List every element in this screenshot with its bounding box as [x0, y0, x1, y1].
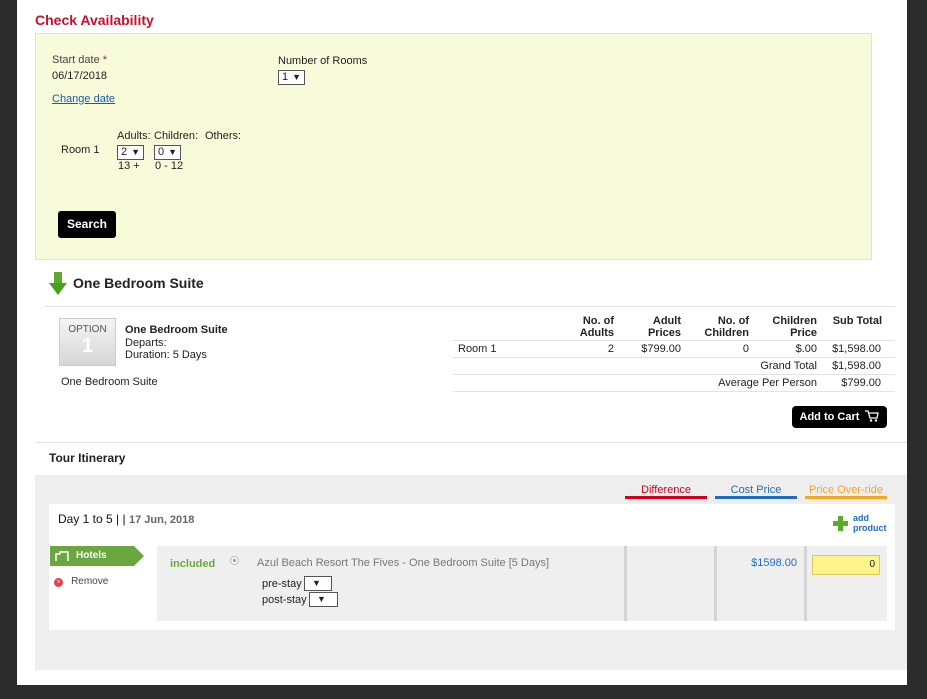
cost-price-value: $1598.00: [751, 557, 797, 569]
option-number: 1: [81, 335, 94, 357]
remove-button[interactable]: × Remove: [54, 575, 108, 587]
table-cell-children: 0: [742, 343, 749, 355]
included-status: included: [170, 558, 216, 570]
post-stay-label: post-stay: [262, 594, 307, 606]
table-cell-adult-price: $799.00: [641, 343, 681, 355]
item-radio[interactable]: [230, 556, 239, 565]
col-header-adults: No. of Adults: [579, 315, 614, 339]
change-date-link[interactable]: Change date: [52, 93, 115, 105]
grand-total-label: Grand Total: [760, 360, 817, 372]
start-date-label: Start date *: [52, 54, 108, 66]
divider: [45, 306, 895, 307]
divider: [453, 357, 895, 358]
item-name: Azul Beach Resort The Fives - One Bedroo…: [257, 557, 550, 569]
column-divider: [624, 546, 627, 621]
children-range: 0 - 12: [155, 160, 184, 172]
table-cell-subtotal: $1,598.00: [832, 343, 881, 355]
table-cell-adults: 2: [607, 343, 614, 355]
departs-label: Departs:: [125, 337, 167, 349]
product-name: One Bedroom Suite: [125, 324, 228, 336]
table-cell-children-price: $.00: [795, 343, 817, 355]
column-divider: [714, 546, 717, 621]
item-row: included Azul Beach Resort The Fives - O…: [157, 546, 887, 621]
category-tag-hotels: Hotels: [50, 546, 144, 566]
duration-label: Duration: 5 Days: [125, 349, 207, 361]
product-description: One Bedroom Suite: [61, 376, 158, 388]
rooms-label: Number of Rooms: [278, 55, 368, 67]
average-value: $799.00: [841, 377, 881, 389]
itinerary-panel: Difference Cost Price Price Over-ride Da…: [35, 475, 907, 670]
price-override-underline: [805, 496, 887, 499]
add-to-cart-button[interactable]: Add to Cart: [792, 406, 887, 428]
hotel-icon: [55, 551, 69, 561]
col-header-children: No. of Children: [704, 315, 749, 339]
price-override-header: Price Over-ride: [809, 484, 883, 496]
table-cell-room: Room 1: [458, 343, 497, 355]
col-header-subtotal: Sub Total: [832, 315, 882, 327]
room-label: Room 1: [61, 144, 100, 156]
adults-select[interactable]: 2 ▼: [117, 145, 145, 160]
pre-stay-select[interactable]: ▼: [304, 576, 332, 591]
rooms-select[interactable]: 1 ▼: [278, 70, 306, 85]
adults-range: 13 +: [118, 160, 140, 172]
product-heading: One Bedroom Suite: [73, 275, 204, 291]
availability-panel: Start date * 06/17/2018 Change date Numb…: [35, 33, 872, 260]
cart-icon: [865, 410, 880, 422]
children-label: Children:: [154, 130, 199, 142]
divider: [453, 340, 895, 341]
cost-price-underline: [715, 496, 797, 499]
day-label: Day 1 to 5 | | 17 Jun, 2018: [58, 512, 195, 526]
divider: [35, 442, 907, 443]
col-header-adult-prices: Adult Prices: [647, 315, 681, 339]
cost-price-header: Cost Price: [730, 484, 782, 496]
pre-stay-label: pre-stay: [262, 578, 302, 590]
post-stay-select[interactable]: ▼: [309, 592, 338, 607]
add-product-button[interactable]: add product: [833, 513, 887, 535]
page: Check Availability Start date * 06/17/20…: [17, 0, 907, 685]
divider: [453, 374, 895, 375]
option-label: OPTION: [68, 324, 107, 335]
search-button[interactable]: Search: [58, 211, 116, 238]
itinerary-title: Tour Itinerary: [49, 451, 126, 465]
others-label: Others:: [205, 130, 242, 142]
column-divider: [804, 546, 807, 621]
average-label: Average Per Person: [718, 377, 817, 389]
remove-icon: ×: [54, 578, 63, 587]
divider: [453, 391, 895, 392]
option-badge: OPTION 1: [59, 318, 116, 366]
adults-label: Adults:: [117, 130, 151, 142]
page-title: Check Availability: [35, 12, 154, 28]
start-date-value: 06/17/2018: [52, 70, 108, 82]
difference-header: Difference: [641, 484, 691, 496]
day-block: Day 1 to 5 | | 17 Jun, 2018 addproduct: [49, 504, 895, 630]
grand-total-value: $1,598.00: [832, 360, 881, 372]
price-override-input[interactable]: 0: [812, 555, 880, 575]
plus-icon: [833, 516, 848, 531]
children-select[interactable]: 0 ▼: [154, 145, 182, 160]
arrow-down-icon: [49, 272, 67, 296]
difference-underline: [625, 496, 707, 499]
col-header-children-price: Children Price: [772, 315, 817, 339]
